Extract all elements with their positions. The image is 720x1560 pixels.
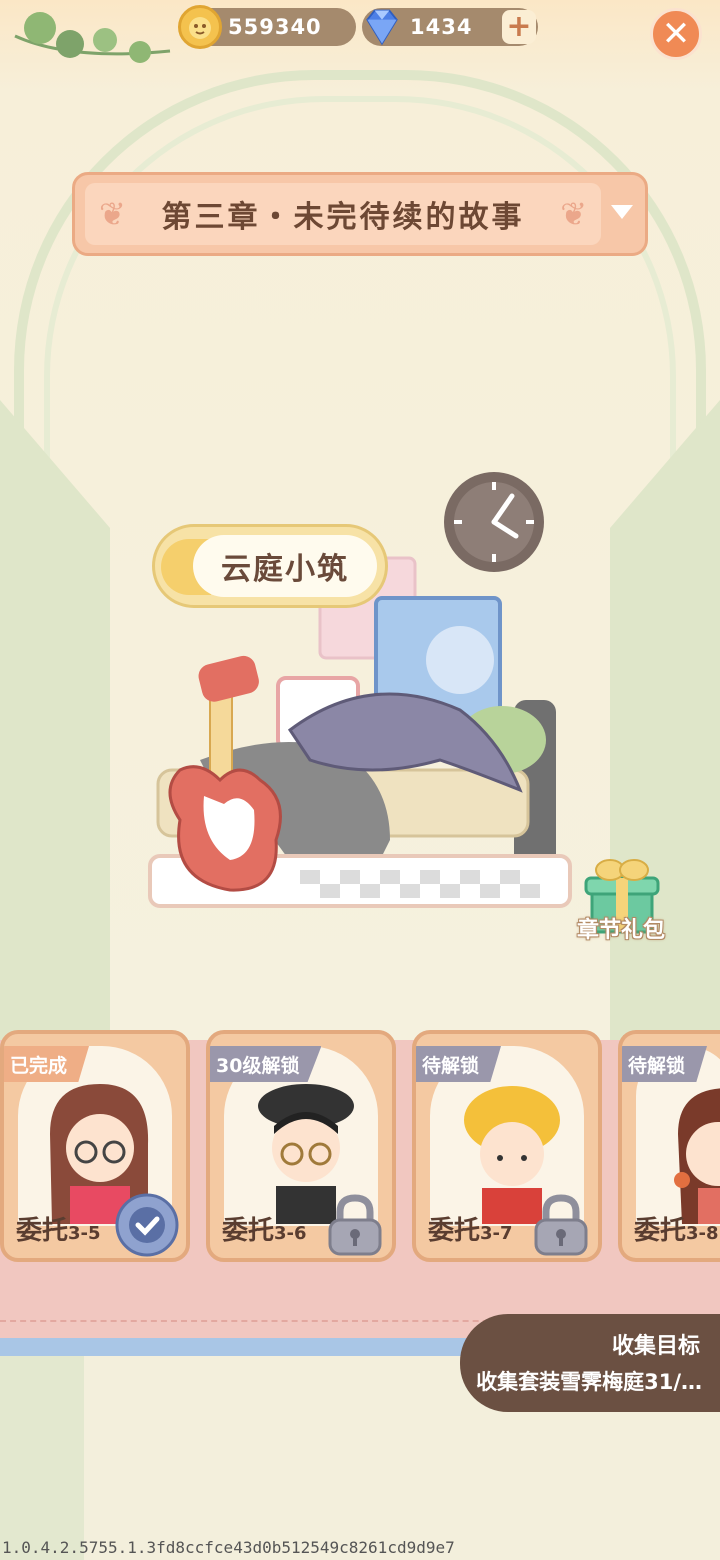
card-number: 3-8	[686, 1223, 719, 1244]
diamond-icon	[360, 5, 404, 49]
card-number: 3-6	[274, 1223, 307, 1244]
card-title: 委托	[16, 1216, 69, 1246]
character-portrait	[674, 1088, 720, 1224]
commission-card-3-5[interactable]: 已完成 委托3-5	[0, 1030, 190, 1262]
card-name: 委托3-7	[428, 1210, 513, 1247]
card-title: 委托	[222, 1216, 275, 1246]
card-title: 委托	[428, 1216, 481, 1246]
gem-counter[interactable]: 1434 +	[362, 8, 538, 46]
room-label-plate: 云庭小筑	[193, 535, 377, 597]
coin-counter[interactable]: 559340	[178, 5, 356, 49]
top-bar: 559340 1434 + ✕	[0, 0, 720, 63]
chapter-banner: ❦ 第三章・未完待续的故事 ❦	[85, 183, 601, 245]
commission-card-3-7[interactable]: 待解锁 委托3-7	[412, 1030, 602, 1262]
coin-icon	[178, 5, 222, 49]
dropdown-arrow-icon[interactable]	[611, 205, 633, 219]
room-name: 云庭小筑	[221, 552, 349, 587]
commission-card-3-8[interactable]: 待解锁 委托3-8	[618, 1030, 720, 1262]
lock-icon	[534, 1194, 588, 1256]
leaf-icon: ❦	[99, 195, 126, 233]
status-tag: 已完成	[4, 1046, 90, 1082]
commission-card-3-6[interactable]: 30级解锁 委托3-6	[206, 1030, 396, 1262]
close-button[interactable]: ✕	[650, 8, 702, 60]
coin-amount: 559340	[228, 15, 322, 39]
card-name: 委托3-6	[222, 1210, 307, 1247]
add-gems-button[interactable]: +	[502, 10, 536, 44]
room-label[interactable]: 云庭小筑	[152, 524, 388, 608]
lock-icon	[328, 1194, 382, 1256]
card-name: 委托3-5	[16, 1210, 101, 1247]
chapter-selector[interactable]: ❦ 第三章・未完待续的故事 ❦	[72, 172, 648, 256]
leaf-icon: ❦	[560, 195, 587, 233]
card-name: 委托3-8	[634, 1210, 719, 1247]
bottom-pillar	[0, 1356, 84, 1560]
status-tag: 待解锁	[622, 1046, 708, 1082]
collection-goal[interactable]: 收集目标 收集套装雪霁梅庭31/…	[460, 1314, 720, 1412]
card-number: 3-7	[480, 1223, 513, 1244]
goal-text: 收集套装雪霁梅庭31/…	[476, 1370, 702, 1394]
vine-decoration	[14, 12, 171, 63]
status-tag: 30级解锁	[210, 1046, 322, 1082]
version-string: 1.0.4.2.5755.1.3fd8ccfce43d0b512549c8261…	[2, 1538, 455, 1557]
status-tag: 待解锁	[416, 1046, 502, 1082]
chapter-title: 第三章・未完待续的故事	[161, 200, 525, 235]
clock-icon	[444, 472, 544, 572]
card-title: 委托	[634, 1216, 687, 1246]
completed-stamp-icon	[115, 1193, 179, 1257]
gift-label: 章节礼包	[576, 918, 665, 943]
card-number: 3-5	[68, 1223, 101, 1244]
gem-amount: 1434	[410, 15, 473, 39]
poster-moon	[426, 626, 494, 694]
goal-title: 收集目标	[611, 1334, 700, 1359]
